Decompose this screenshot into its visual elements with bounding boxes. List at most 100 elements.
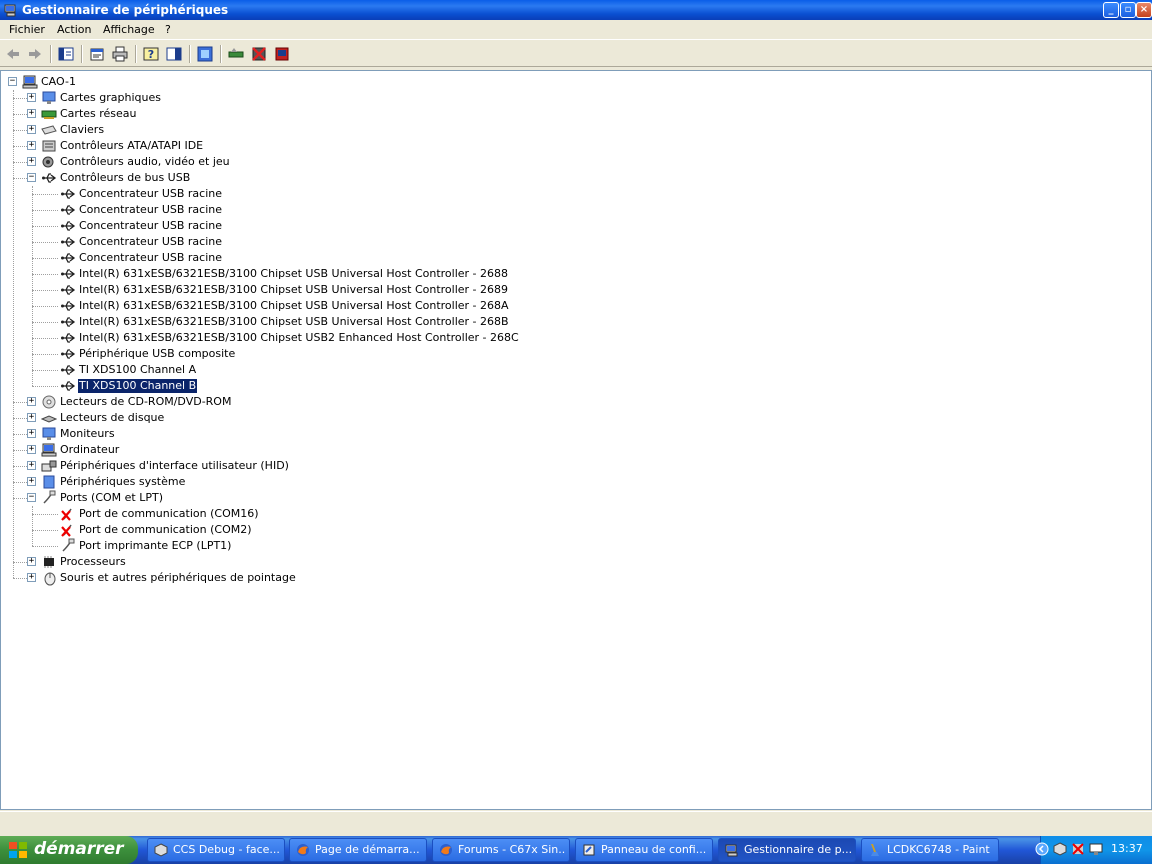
taskbar-button[interactable]: Page de démarra... [289, 838, 427, 862]
scan-hardware-icon[interactable] [196, 45, 214, 63]
tree-category[interactable]: + Ordinateur [1, 442, 1151, 458]
expand-toggle[interactable]: + [27, 413, 36, 422]
tree-device[interactable]: Périphérique USB composite [1, 346, 1151, 362]
tree-category[interactable]: + Moniteurs [1, 426, 1151, 442]
tree-category[interactable]: + Cartes réseau [1, 106, 1151, 122]
menu-help[interactable]: ? [165, 23, 171, 36]
minimize-button[interactable]: _ [1103, 2, 1119, 18]
collapse-toggle[interactable]: − [27, 173, 36, 182]
tree-device[interactable]: Intel(R) 631xESB/6321ESB/3100 Chipset US… [1, 266, 1151, 282]
mouse-icon [44, 572, 56, 586]
start-button[interactable]: démarrer [0, 836, 138, 864]
taskbar-button[interactable]: Panneau de confi... [575, 838, 713, 862]
expand-toggle[interactable]: + [27, 141, 36, 150]
tree-category[interactable]: − Contrôleurs de bus USB [1, 170, 1151, 186]
forward-arrow-icon[interactable] [26, 45, 44, 63]
status-bar [0, 811, 1152, 836]
tree-category[interactable]: + Lecteurs de disque [1, 410, 1151, 426]
tree-category[interactable]: + Périphériques d'interface utilisateur (… [1, 458, 1151, 474]
print-icon[interactable] [111, 45, 129, 63]
taskbar-button[interactable]: Gestionnaire de p... [718, 838, 856, 862]
expand-toggle[interactable]: + [27, 461, 36, 470]
expand-toggle[interactable]: + [27, 429, 36, 438]
tree-category[interactable]: + Processeurs [1, 554, 1151, 570]
tree-category[interactable]: + Lecteurs de CD-ROM/DVD-ROM [1, 394, 1151, 410]
display-tray-icon[interactable] [1089, 842, 1103, 856]
tree-category[interactable]: − Ports (COM et LPT) [1, 490, 1151, 506]
tree-device[interactable]: Concentrateur USB racine [1, 250, 1151, 266]
show-hide-console-tree-icon[interactable] [57, 45, 75, 63]
tree-device[interactable]: Port de communication (COM16) [1, 506, 1151, 522]
tree-category[interactable]: + Périphériques système [1, 474, 1151, 490]
tree-device[interactable]: Concentrateur USB racine [1, 218, 1151, 234]
tree-category[interactable]: + Claviers [1, 122, 1151, 138]
tree-category[interactable]: + Souris et autres périphériques de point… [1, 570, 1151, 586]
network-error-tray-icon[interactable] [1071, 842, 1085, 856]
paint-icon [871, 844, 879, 856]
tree-device[interactable]: Intel(R) 631xESB/6321ESB/3100 Chipset US… [1, 282, 1151, 298]
title-bar[interactable]: Gestionnaire de périphériques _ ▫ × [0, 0, 1152, 20]
expand-toggle[interactable]: + [27, 157, 36, 166]
expand-toggle[interactable]: + [27, 125, 36, 134]
tray-arrow-icon[interactable] [1035, 842, 1049, 856]
tree-device[interactable]: Intel(R) 631xESB/6321ESB/3100 Chipset US… [1, 298, 1151, 314]
taskbar-button[interactable]: CCS Debug - face... [147, 838, 285, 862]
close-button[interactable]: × [1136, 2, 1152, 18]
menu-action[interactable]: Action [57, 23, 91, 36]
help-icon[interactable]: ? [142, 45, 160, 63]
tree-item-label: Contrôleurs ATA/ATAPI IDE [60, 139, 204, 152]
tree-item-label: Concentrateur USB racine [79, 219, 222, 232]
expand-toggle[interactable]: + [27, 397, 36, 406]
tree-root-computer[interactable]: − CAO-1 [1, 74, 1151, 90]
menu-affichage[interactable]: Affichage [103, 23, 155, 36]
tree-device[interactable]: Port de communication (COM2) [1, 522, 1151, 538]
device-tree[interactable]: − CAO-1 + Cartes graphiques + Cartes réseau + C… [0, 70, 1152, 810]
tree-device[interactable]: Intel(R) 631xESB/6321ESB/3100 Chipset US… [1, 330, 1151, 346]
expand-toggle[interactable]: + [27, 445, 36, 454]
expand-toggle[interactable]: + [27, 109, 36, 118]
window-title: Gestionnaire de périphériques [22, 3, 229, 17]
tree-item-label: CAO-1 [41, 75, 76, 88]
properties-icon[interactable] [88, 45, 106, 63]
tree-device[interactable]: Concentrateur USB racine [1, 234, 1151, 250]
tree-category[interactable]: + Contrôleurs audio, vidéo et jeu [1, 154, 1151, 170]
collapse-toggle[interactable]: − [8, 77, 17, 86]
display-adapter-icon [42, 91, 56, 104]
virtualbox-tray-icon[interactable] [1053, 842, 1067, 856]
tree-device[interactable]: Concentrateur USB racine [1, 186, 1151, 202]
tree-item-label: Lecteurs de disque [60, 411, 165, 424]
maximize-button[interactable]: ▫ [1120, 2, 1136, 18]
view-icon[interactable] [165, 45, 183, 63]
tree-device[interactable]: Port imprimante ECP (LPT1) [1, 538, 1151, 554]
tree-connector [32, 506, 33, 546]
windows-flag-icon [9, 842, 27, 858]
tree-device[interactable]: TI XDS100 Channel B [1, 378, 1151, 394]
hid-icon [41, 460, 57, 472]
expand-toggle[interactable]: + [27, 573, 36, 582]
tree-category[interactable]: + Cartes graphiques [1, 90, 1151, 106]
tree-device[interactable]: TI XDS100 Channel A [1, 362, 1151, 378]
menu-fichier[interactable]: Fichier [9, 23, 45, 36]
collapse-toggle[interactable]: − [27, 493, 36, 502]
menu-bar: Fichier Action Affichage ? [0, 20, 1152, 40]
usb-icon [61, 237, 76, 247]
tree-item-label: Port imprimante ECP (LPT1) [79, 539, 232, 552]
uninstall-device-icon[interactable] [273, 45, 291, 63]
expand-toggle[interactable]: + [27, 93, 36, 102]
device-manager-icon [725, 844, 738, 857]
taskbar-button[interactable]: LCDKC6748 - Paint [861, 838, 999, 862]
disable-device-icon[interactable] [250, 45, 268, 63]
tree-device[interactable]: Intel(R) 631xESB/6321ESB/3100 Chipset US… [1, 314, 1151, 330]
tree-category[interactable]: + Contrôleurs ATA/ATAPI IDE [1, 138, 1151, 154]
tree-item-label: Claviers [60, 123, 105, 136]
toolbar: ? [0, 41, 1152, 67]
taskbar-button[interactable]: Forums - C67x Sin... [432, 838, 570, 862]
back-arrow-icon[interactable] [4, 45, 22, 63]
expand-toggle[interactable]: + [27, 477, 36, 486]
expand-toggle[interactable]: + [27, 557, 36, 566]
usb-icon [61, 189, 76, 199]
tree-device[interactable]: Concentrateur USB racine [1, 202, 1151, 218]
svg-text:?: ? [148, 48, 154, 61]
update-driver-icon[interactable] [227, 45, 245, 63]
tree-item-label: Moniteurs [60, 427, 115, 440]
